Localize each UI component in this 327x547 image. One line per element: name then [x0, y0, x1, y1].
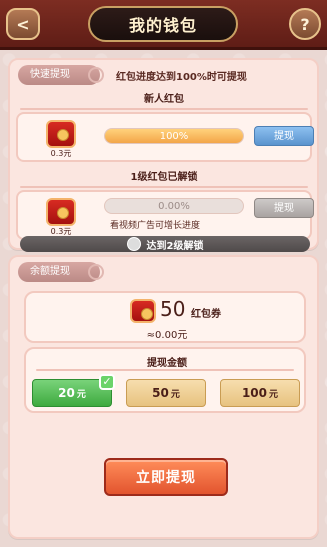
divider	[20, 108, 308, 110]
progress-bar: 100%	[104, 128, 244, 144]
level1-redpack-title: 1级红包已解锁	[130, 172, 198, 183]
withdraw-amount-title: 提现金额	[147, 358, 187, 369]
top-header: < 我的钱包 ?	[0, 0, 327, 50]
withdraw-button-disabled[interactable]: 提现	[254, 198, 314, 218]
tag-decoration-icon	[88, 67, 104, 83]
amount-value: 50	[152, 386, 169, 400]
progress-bar: 0.00%	[104, 198, 244, 214]
fast-withdraw-card: 快速提现 红包进度达到100%时可提现 新人红包 0.3元 100% 提现 1级…	[8, 58, 319, 252]
voucher-panel: 50 红包券 ≈0.00元	[24, 291, 306, 343]
red-envelope-icon	[46, 198, 76, 226]
redpack-amount: 0.3元	[50, 149, 72, 158]
withdraw-button[interactable]: 提现	[254, 126, 314, 146]
fast-withdraw-tag: 快速提现	[18, 65, 104, 85]
amount-option-50[interactable]: 50 元	[126, 379, 206, 407]
lock-icon	[126, 237, 141, 251]
question-mark-icon: ?	[300, 14, 310, 34]
amount-value: 100	[241, 386, 268, 400]
divider	[36, 369, 294, 371]
red-envelope-icon	[46, 120, 76, 148]
newbie-redpack-title: 新人红包	[144, 94, 184, 105]
progress-text: 0.00%	[158, 200, 190, 212]
back-button[interactable]: <	[6, 8, 40, 40]
level2-unlock-strip: 达到2级解锁	[20, 236, 310, 252]
voucher-approx-value: ≈0.00元	[146, 330, 188, 341]
balance-withdraw-card: 余额提现 50 红包券 ≈0.00元 提现金额 20 元 ✓ 50 元 100 …	[8, 255, 319, 539]
amount-option-100[interactable]: 100 元	[220, 379, 300, 407]
level1-redpack-row: 0.3元 0.00% 看视频广告可增长进度 提现	[16, 190, 314, 240]
red-envelope-icon	[130, 299, 156, 323]
balance-withdraw-tag: 余额提现	[18, 262, 104, 282]
balance-withdraw-tag-label: 余额提现	[30, 266, 70, 277]
page-title: 我的钱包	[88, 6, 238, 42]
amount-unit: 元	[170, 389, 180, 400]
voucher-label: 红包券	[191, 309, 221, 320]
chevron-left-icon: <	[16, 14, 30, 34]
watch-ad-hint: 看视频广告可增长进度	[110, 221, 201, 231]
level2-unlock-text: 达到2级解锁	[146, 240, 204, 252]
fast-withdraw-hint: 红包进度达到100%时可提现	[116, 72, 247, 83]
progress-text: 100%	[159, 130, 189, 142]
amount-unit: 元	[76, 389, 86, 400]
voucher-amount: 50	[160, 297, 186, 321]
checkmark-icon: ✓	[99, 374, 115, 390]
tag-decoration-icon	[88, 264, 104, 280]
amount-unit: 元	[269, 389, 279, 400]
withdraw-now-button[interactable]: 立即提现	[104, 458, 228, 496]
newbie-redpack-row: 0.3元 100% 提现	[16, 112, 314, 162]
fast-withdraw-tag-label: 快速提现	[30, 69, 70, 80]
help-button[interactable]: ?	[289, 8, 321, 40]
amount-value: 20	[58, 386, 75, 400]
amount-option-20[interactable]: 20 元 ✓	[32, 374, 115, 407]
divider	[20, 186, 308, 188]
